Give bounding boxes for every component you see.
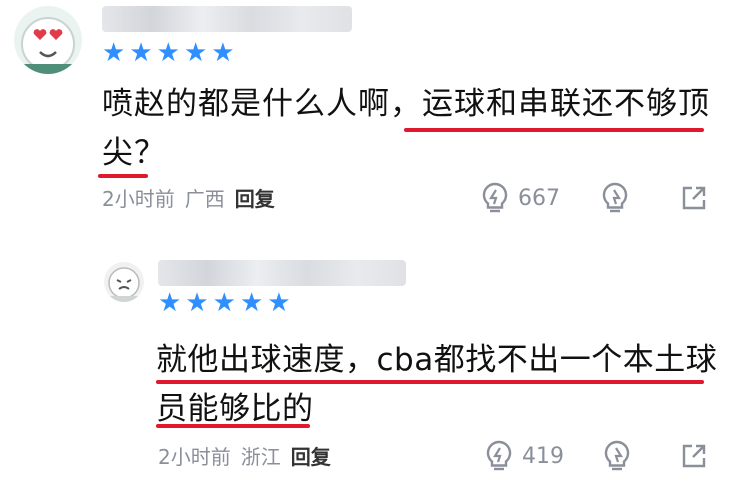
star-icon: ★ xyxy=(183,38,208,68)
comment-2-meta: 2小时前 浙江 回复 xyxy=(158,445,331,469)
star-icon: ★ xyxy=(156,38,180,68)
like-count: 667 xyxy=(518,185,560,211)
lightbulb-like-icon xyxy=(482,182,508,213)
like-count: 419 xyxy=(522,443,564,469)
lightbulb-dislike-icon xyxy=(602,182,628,213)
comment-time: 2小时前 xyxy=(102,187,175,211)
star-icon: ★ xyxy=(267,288,291,318)
highlight-underline xyxy=(98,174,148,178)
comment-2-username[interactable] xyxy=(158,260,406,286)
reply-button[interactable]: 回复 xyxy=(291,445,331,469)
comment-2-avatar[interactable] xyxy=(104,262,144,302)
lightbulb-dislike-icon xyxy=(604,440,630,471)
comment-time: 2小时前 xyxy=(158,445,231,469)
highlight-underline xyxy=(156,424,310,428)
comment-2-rating: ★ ★ ★ ★ ★ xyxy=(158,290,291,316)
dislike-button[interactable] xyxy=(600,182,630,218)
comment-2-text-line1: 就他出球速度，cba都找不出一个本土球 xyxy=(156,342,718,378)
comment-location: 广西 xyxy=(184,187,225,211)
reply-button[interactable]: 回复 xyxy=(235,187,275,211)
star-icon: ★ xyxy=(158,288,182,318)
comment-1-username[interactable] xyxy=(102,6,352,32)
comment-1-avatar[interactable] xyxy=(14,6,82,74)
star-icon: ★ xyxy=(185,288,209,318)
comment-1-rating: ★ ★ ★ ★ ★ xyxy=(102,40,235,66)
highlight-underline xyxy=(404,128,704,132)
share-icon xyxy=(682,186,706,210)
star-icon: ★ xyxy=(239,288,264,318)
like-button[interactable]: 667 xyxy=(480,182,560,214)
share-button[interactable] xyxy=(680,184,708,216)
lightbulb-like-icon xyxy=(486,440,512,471)
highlight-underline xyxy=(156,380,704,384)
star-icon: ★ xyxy=(211,38,235,68)
dislike-button[interactable] xyxy=(602,440,632,476)
star-icon: ★ xyxy=(102,38,126,68)
comment-1-meta: 2小时前 广西 回复 xyxy=(102,187,275,211)
star-icon: ★ xyxy=(129,38,153,68)
share-icon xyxy=(682,444,706,468)
like-button[interactable]: 419 xyxy=(484,440,564,472)
comment-location: 浙江 xyxy=(240,445,281,469)
comment-2-text: 就他出球速度，cba都找不出一个本土球 员能够比的 xyxy=(156,336,726,434)
share-button[interactable] xyxy=(680,442,708,474)
comment-1-text-line1: 喷赵的都是什么人啊，运球和串联还不够顶 xyxy=(102,86,710,122)
star-icon: ★ xyxy=(212,288,236,318)
comment-1-text-line2: 尖？ xyxy=(102,135,166,171)
